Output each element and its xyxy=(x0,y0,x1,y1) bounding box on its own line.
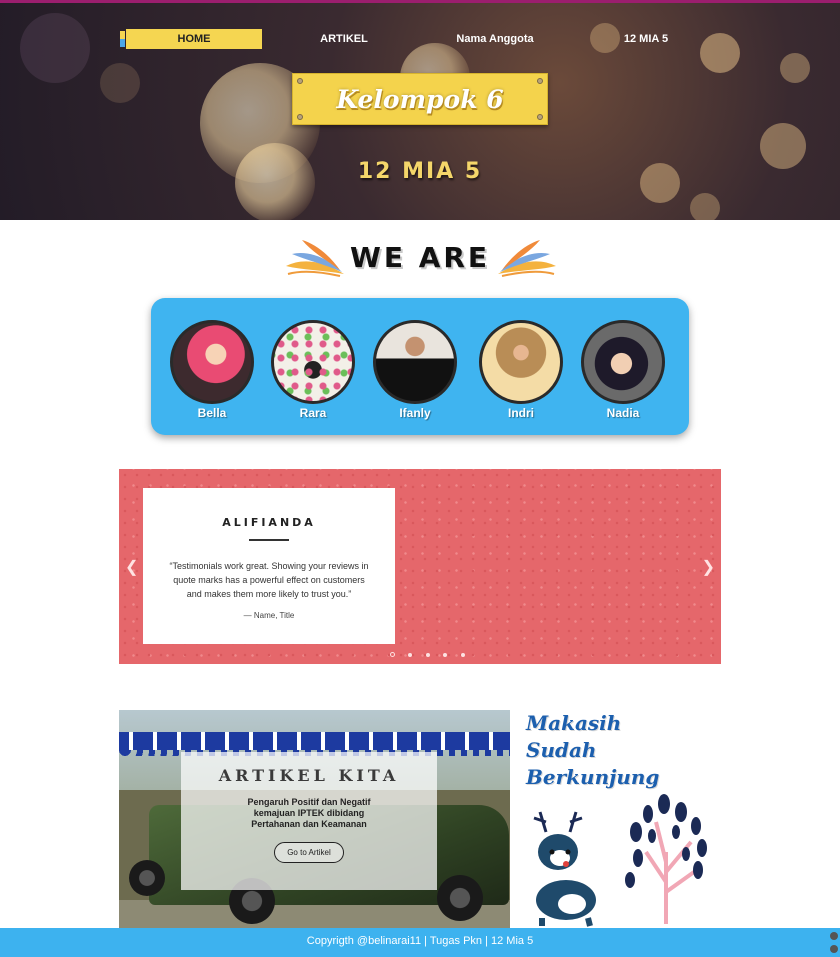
thanks-line: Berkunjung xyxy=(526,765,660,789)
nav-artikel[interactable]: ARTIKEL xyxy=(296,29,392,49)
bolt-icon xyxy=(297,78,303,84)
article-description: Pengaruh Positif dan Negatif kemajuan IP… xyxy=(247,797,371,829)
thanks-message: Makasih Sudah Berkunjung xyxy=(526,710,726,791)
member-card[interactable]: Rara xyxy=(270,320,356,420)
bunting-decoration xyxy=(119,732,510,750)
main-nav: HOME ARTIKEL Nama Anggota 12 MIA 5 xyxy=(0,29,840,49)
article-banner: ARTIKEL KITA Pengaruh Positif dan Negati… xyxy=(119,710,510,928)
deer-tree-illustration xyxy=(533,794,707,927)
thanks-line: Makasih xyxy=(526,711,622,735)
site-subtitle: 12 MIA 5 xyxy=(357,159,483,184)
member-name: Bella xyxy=(197,406,227,420)
nav-home[interactable]: HOME xyxy=(126,29,262,49)
hero-banner: HOME ARTIKEL Nama Anggota 12 MIA 5 Kelom… xyxy=(0,0,840,220)
title-plate: Kelompok 6 xyxy=(292,73,548,125)
slider-pagination xyxy=(390,644,474,657)
avatar xyxy=(373,320,457,404)
member-name: Ifanly xyxy=(399,406,431,420)
scroll-up-icon[interactable] xyxy=(830,932,838,940)
testimonial-quote: “Testimonials work great. Showing your r… xyxy=(169,561,369,599)
member-card[interactable]: Bella xyxy=(169,320,255,420)
member-name: Indri xyxy=(508,406,534,420)
chevron-left-icon[interactable]: ❮ xyxy=(125,557,138,577)
bolt-icon xyxy=(537,78,543,84)
slide-dot[interactable] xyxy=(460,653,465,657)
bolt-icon xyxy=(537,114,543,120)
section-heading: WE ARE xyxy=(349,241,491,274)
footer: Copyrigth @belinarai11 | Tugas Pkn | 12 … xyxy=(0,928,840,957)
wheel xyxy=(437,875,483,921)
nav-nama-anggota[interactable]: Nama Anggota xyxy=(440,29,550,49)
avatar xyxy=(479,320,563,404)
scroll-down-icon[interactable] xyxy=(830,945,838,953)
member-name: Nadia xyxy=(606,406,640,420)
testimonial-slider: ALIFIANDA “Testimonials work great. Show… xyxy=(119,469,721,664)
member-card[interactable]: Ifanly xyxy=(372,320,458,420)
chevron-right-icon[interactable]: ❯ xyxy=(702,557,715,577)
article-title: ARTIKEL KITA xyxy=(218,766,400,785)
footer-text: Copyrigth @belinarai11 | Tugas Pkn | 12 … xyxy=(306,935,534,947)
article-card: ARTIKEL KITA Pengaruh Positif dan Negati… xyxy=(181,752,437,890)
member-name: Rara xyxy=(299,406,327,420)
avatar xyxy=(170,320,254,404)
bokeh-light xyxy=(100,63,140,103)
leaf-right-icon xyxy=(498,240,556,277)
bolt-icon xyxy=(297,114,303,120)
avatar xyxy=(581,320,665,404)
avatar xyxy=(271,320,355,404)
testimonial-card: ALIFIANDA “Testimonials work great. Show… xyxy=(143,488,395,644)
slide-dot[interactable] xyxy=(425,653,430,657)
we-are-heading: WE ARE xyxy=(0,236,840,280)
nav-12-mia-5[interactable]: 12 MIA 5 xyxy=(600,29,692,49)
member-card[interactable]: Indri xyxy=(478,320,564,420)
member-card[interactable]: Nadia xyxy=(580,320,666,420)
site-title: Kelompok 6 xyxy=(336,84,504,114)
testimonial-name: ALIFIANDA xyxy=(222,516,316,529)
members-panel: Bella Rara Ifanly Indri Nadia xyxy=(151,298,689,435)
testimonial-signature: — Name, Title xyxy=(243,611,295,620)
leaf-left-icon xyxy=(286,240,344,277)
slide-dot[interactable] xyxy=(443,653,448,657)
thanks-line: Sudah xyxy=(526,738,597,762)
slide-dot[interactable] xyxy=(390,652,395,657)
page: HOME ARTIKEL Nama Anggota 12 MIA 5 Kelom… xyxy=(0,0,840,957)
divider xyxy=(249,539,289,541)
go-to-artikel-button[interactable]: Go to Artikel xyxy=(274,842,344,863)
slide-dot[interactable] xyxy=(408,653,413,657)
bokeh-light xyxy=(780,53,810,83)
bokeh-light xyxy=(690,193,720,220)
wheel xyxy=(129,860,165,896)
